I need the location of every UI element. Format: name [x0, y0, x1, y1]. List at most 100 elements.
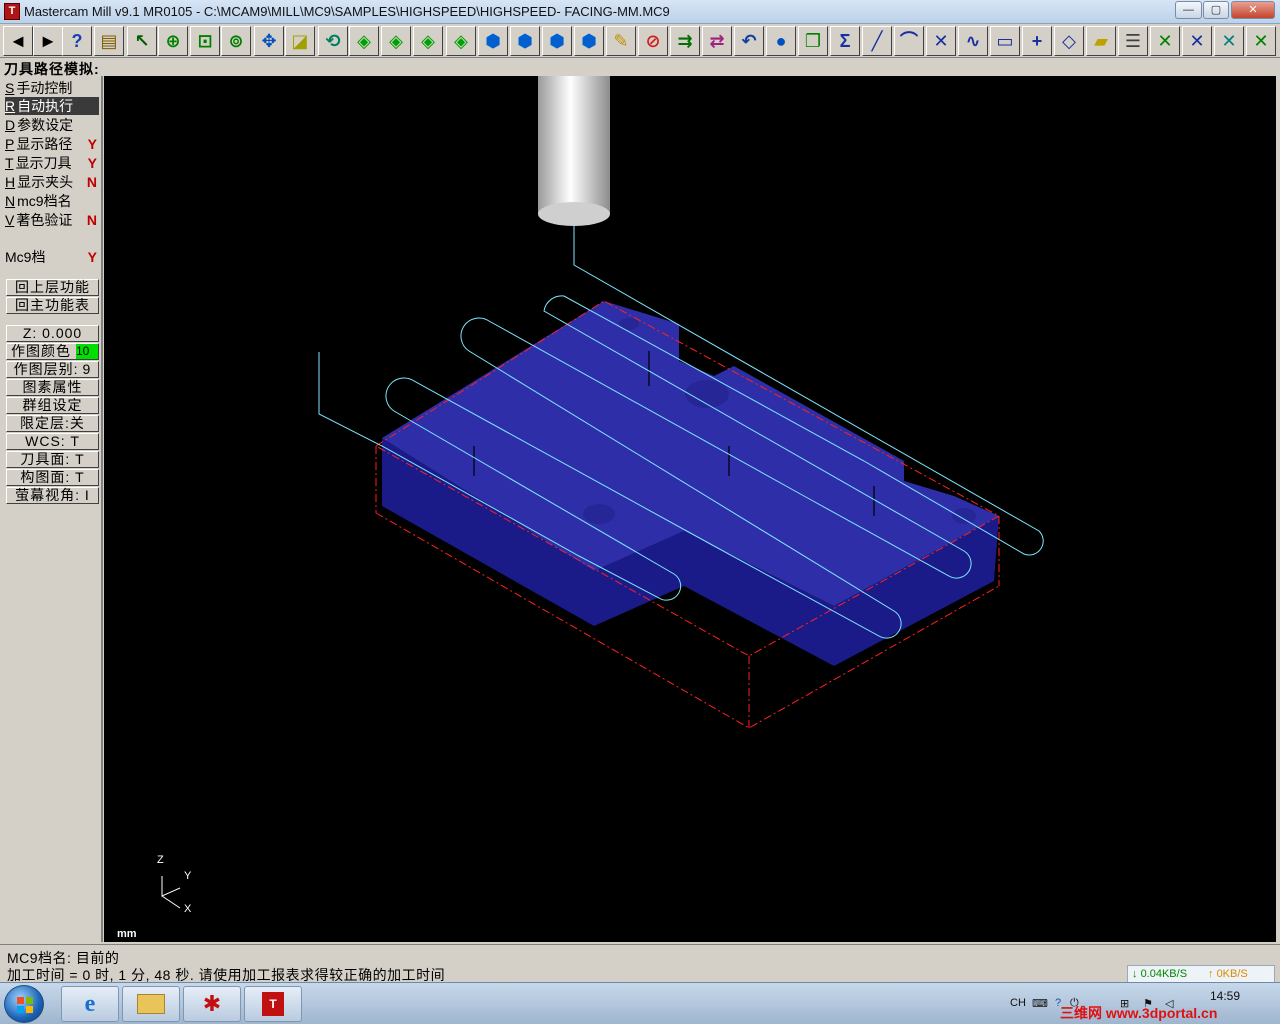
scene-svg: Z Y X [157, 76, 1044, 915]
toolbar-trim-button[interactable]: ✕ [1150, 26, 1180, 56]
menu-item-auto-run[interactable]: R 自动执行 [5, 97, 99, 115]
toolbar-view-top-button[interactable]: ◈ [349, 26, 379, 56]
line-icon: ╱ [871, 31, 883, 51]
graphics-view-button[interactable]: 萤幕视角: I [6, 487, 99, 504]
attributes-button[interactable]: 图素属性 [6, 379, 99, 396]
cplane-3d-icon: ⬢ [581, 31, 597, 51]
toolbar-transform-button[interactable]: ⇉ [670, 26, 700, 56]
menu-hotkey: T [5, 155, 14, 171]
mastercam-app-icon[interactable]: T [4, 3, 20, 20]
taskbar-mastercam[interactable]: T [244, 986, 302, 1022]
axis-y-label: Y [184, 870, 192, 882]
tool-plane-button[interactable]: 刀具面: T [6, 451, 99, 468]
start-button[interactable] [4, 985, 44, 1023]
toolbar-cplane-3d-button[interactable]: ⬢ [574, 26, 604, 56]
copy-icon: ❐ [804, 31, 822, 51]
main-menu-button[interactable]: 回主功能表 [6, 297, 99, 314]
menu-item-show-path[interactable]: P 显示路径 Y [5, 135, 99, 153]
level-button[interactable]: 作图层别: 9 [6, 361, 99, 378]
toolbar-arc-button[interactable]: ⌒ [894, 26, 924, 56]
toolbar-copy-button[interactable]: ❐ [798, 26, 828, 56]
toolbar-view-front-button[interactable]: ◈ [381, 26, 411, 56]
toolbar-trim-two-button[interactable]: ✕ [1182, 26, 1212, 56]
trim-two-icon: ✕ [1189, 31, 1205, 51]
minimize-button[interactable]: — [1175, 1, 1202, 19]
folder-icon [137, 994, 165, 1014]
surface-icon: ◇ [1062, 31, 1076, 51]
toolbar-dynamic-rotate-button[interactable]: ⟲ [318, 26, 348, 56]
toolbar-cplane-top-button[interactable]: ⬢ [478, 26, 508, 56]
toolbar-calculator-button[interactable]: ▤ [94, 26, 124, 56]
menu-item-show-holder[interactable]: H 显示夹头 N [5, 173, 99, 191]
toolbar-cplane-side-button[interactable]: ⬢ [542, 26, 572, 56]
dynamic-rotate-icon: ⟲ [325, 31, 341, 51]
calculator-icon: ▤ [100, 31, 118, 51]
join-icon: ✕ [1253, 31, 1269, 51]
construction-plane-button[interactable]: 构图面: T [6, 469, 99, 486]
taskbar-explorer[interactable] [122, 986, 180, 1022]
fillet-icon: ✕ [933, 31, 949, 51]
toolbar-view-side-button[interactable]: ◈ [413, 26, 443, 56]
translate-icon: ⇄ [709, 31, 725, 51]
mask-button[interactable]: 限定层:关 [6, 415, 99, 432]
undo-icon: ↶ [741, 31, 757, 51]
menu-item-show-tool[interactable]: T 显示刀具 Y [5, 154, 99, 172]
toolbar-line-button[interactable]: ╱ [862, 26, 892, 56]
keyboard-icon[interactable]: ⌨ [1032, 997, 1048, 1010]
menu-item-mc9-filename[interactable]: Nmc9档名 [5, 192, 99, 210]
zoom-fit-icon: ⊚ [228, 31, 244, 51]
point-icon: + [1031, 31, 1043, 51]
groups-button[interactable]: 群组设定 [6, 397, 99, 414]
z-depth-button[interactable]: Z: 0.000 [6, 325, 99, 342]
wcs-button[interactable]: WCS: T [6, 433, 99, 450]
toolbar-delete-button[interactable]: ⊘ [638, 26, 668, 56]
toolbar-arrow-left-button[interactable]: ◄ [3, 26, 33, 56]
close-button[interactable]: ✕ [1231, 1, 1275, 19]
cplane-top-icon: ⬢ [485, 31, 501, 51]
axis-triad [161, 876, 181, 909]
toolbar-sigma-button[interactable]: Σ [830, 26, 860, 56]
clock[interactable]: 14:59 [1210, 989, 1240, 1003]
delete-icon: ⊘ [645, 31, 661, 51]
toolbar-sphere-button[interactable]: ● [766, 26, 796, 56]
menu-item-mc9-file[interactable]: Mc9档 Y [5, 248, 99, 266]
view-iso-icon: ◈ [454, 31, 468, 51]
operations-icon: ☰ [1124, 31, 1142, 51]
toolbar-eraser-button[interactable]: ✎ [606, 26, 636, 56]
toolbar-help-button[interactable]: ? [62, 26, 92, 56]
break-icon: ✕ [1221, 31, 1237, 51]
toolbar-undo-button[interactable]: ↶ [734, 26, 764, 56]
taskbar-ie[interactable]: e [61, 986, 119, 1022]
toolbar-spline-button[interactable]: ∿ [958, 26, 988, 56]
menu-item-label: mc9档名 [17, 193, 72, 209]
toolbar-arrow-right-button[interactable]: ► [33, 26, 63, 56]
toolbar-rectangle-button[interactable]: ▭ [990, 26, 1020, 56]
toolbar-zoom-fit-button[interactable]: ⊚ [221, 26, 251, 56]
color-button[interactable]: 作图颜色 10 [6, 343, 99, 360]
toolbar-join-button[interactable]: ✕ [1246, 26, 1276, 56]
toolbar-analyze-button[interactable]: ↖ [127, 26, 157, 56]
taskbar-app[interactable]: ✱ [183, 986, 241, 1022]
graphics-viewport[interactable]: Z Y X mm [104, 76, 1276, 942]
view-top-icon: ◈ [357, 31, 371, 51]
toolbar-pan-button[interactable]: ✥ [254, 26, 284, 56]
toolbar-view-iso-button[interactable]: ◈ [446, 26, 476, 56]
maximize-button[interactable]: ▢ [1203, 1, 1229, 19]
toolbar-zoom-window-button[interactable]: ⊡ [190, 26, 220, 56]
toolbar-select-window-button[interactable]: ◪ [285, 26, 315, 56]
toolbar-break-button[interactable]: ✕ [1214, 26, 1244, 56]
back-button[interactable]: 回上层功能 [6, 279, 99, 296]
language-indicator[interactable]: CH [1010, 997, 1026, 1009]
toolbar-point-button[interactable]: + [1022, 26, 1052, 56]
toolbar-operations-button[interactable]: ☰ [1118, 26, 1148, 56]
menu-item-parameters[interactable]: D 参数设定 [5, 116, 99, 134]
toolbar-cplane-front-button[interactable]: ⬢ [510, 26, 540, 56]
toolbar-solid-button[interactable]: ▰ [1086, 26, 1116, 56]
toolbar-translate-button[interactable]: ⇄ [702, 26, 732, 56]
toolbar-surface-button[interactable]: ◇ [1054, 26, 1084, 56]
toolbar-zoom-button[interactable]: ⊕ [158, 26, 188, 56]
menu-item-shade-verify[interactable]: V 著色验证 N [5, 211, 99, 229]
toolbar-fillet-button[interactable]: ✕ [926, 26, 956, 56]
menu-item-manual-control[interactable]: S 手动控制 [5, 79, 99, 97]
transform-icon: ⇉ [677, 31, 693, 51]
